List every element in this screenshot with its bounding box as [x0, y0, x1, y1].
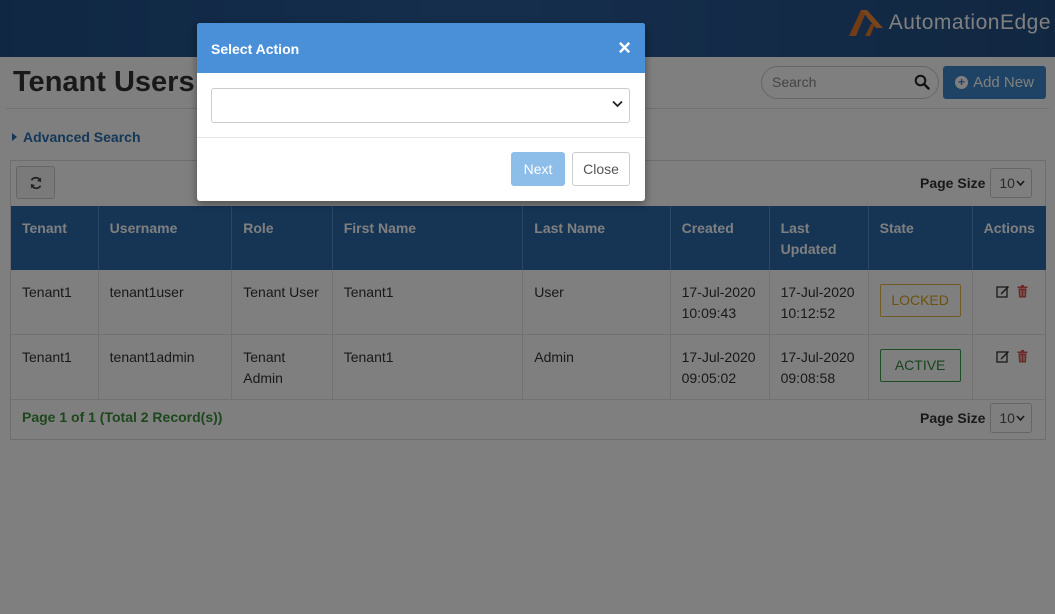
select-action-dialog: Select Action × Next Close [197, 23, 645, 201]
close-icon[interactable]: × [618, 37, 631, 59]
close-button[interactable]: Close [572, 152, 630, 186]
dialog-title: Select Action [211, 41, 300, 57]
dialog-header: Select Action × [197, 23, 645, 73]
chevron-down-icon [612, 100, 623, 108]
dialog-footer: Next Close [197, 138, 645, 201]
dialog-body [197, 73, 645, 138]
action-select[interactable] [211, 88, 630, 123]
next-button[interactable]: Next [511, 152, 565, 186]
